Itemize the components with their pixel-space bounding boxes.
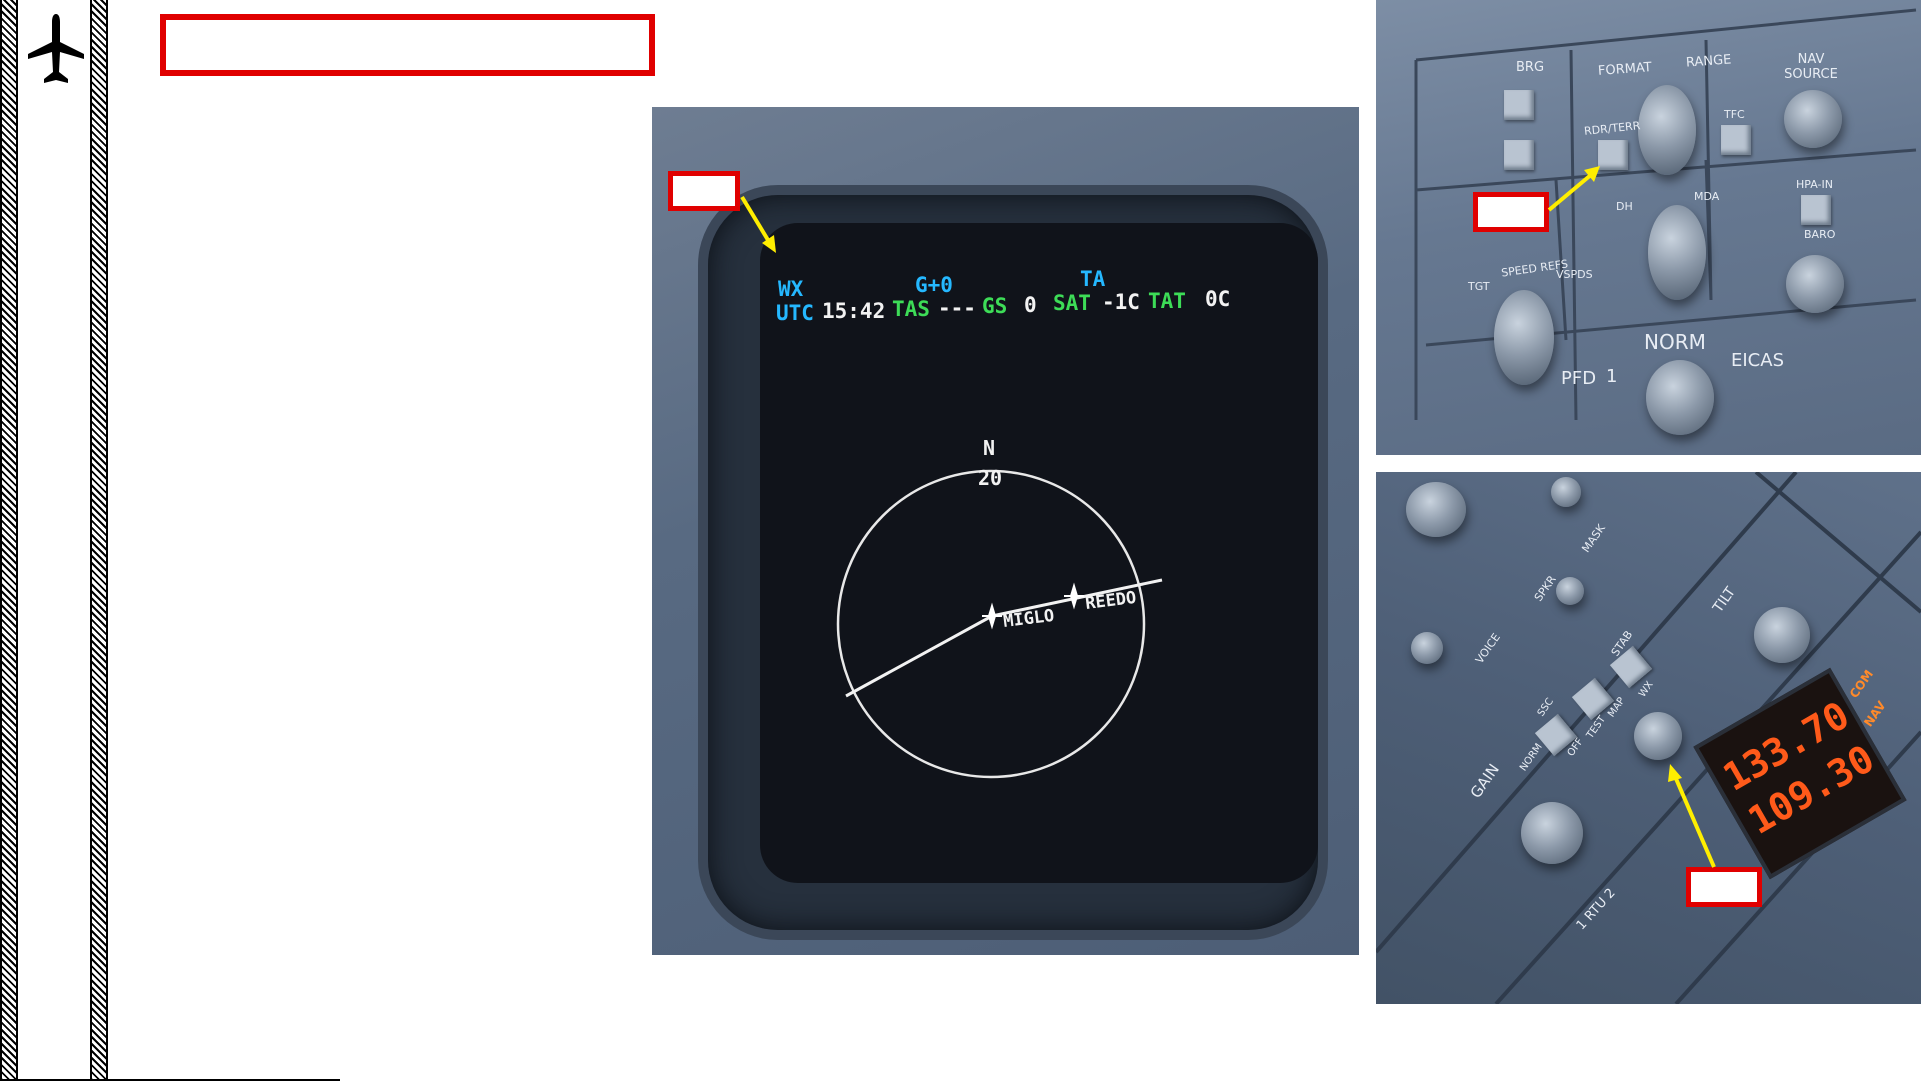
radar-mode-callout-arrow (1668, 764, 1716, 868)
title-callout-box (160, 14, 655, 76)
mfd-callout-arrow (740, 195, 776, 253)
airplane-icon (28, 14, 84, 83)
mfd-photo: WX G+0 TA UTC 15:42 TAS --- GS 0 SAT -1C… (652, 107, 1359, 955)
radar-panel-photo: MASK SPKR VOICE TILT STAB SSC WX MAP TES… (1376, 472, 1921, 1004)
rdr-terr-callout-arrow (1547, 166, 1600, 212)
left-hatched-rail (0, 0, 18, 1081)
right-hatched-rail (90, 0, 108, 1081)
control-panel-photo: BRG FORMAT RANGE NAV SOURCE RDR/TERR TFC… (1376, 0, 1921, 455)
